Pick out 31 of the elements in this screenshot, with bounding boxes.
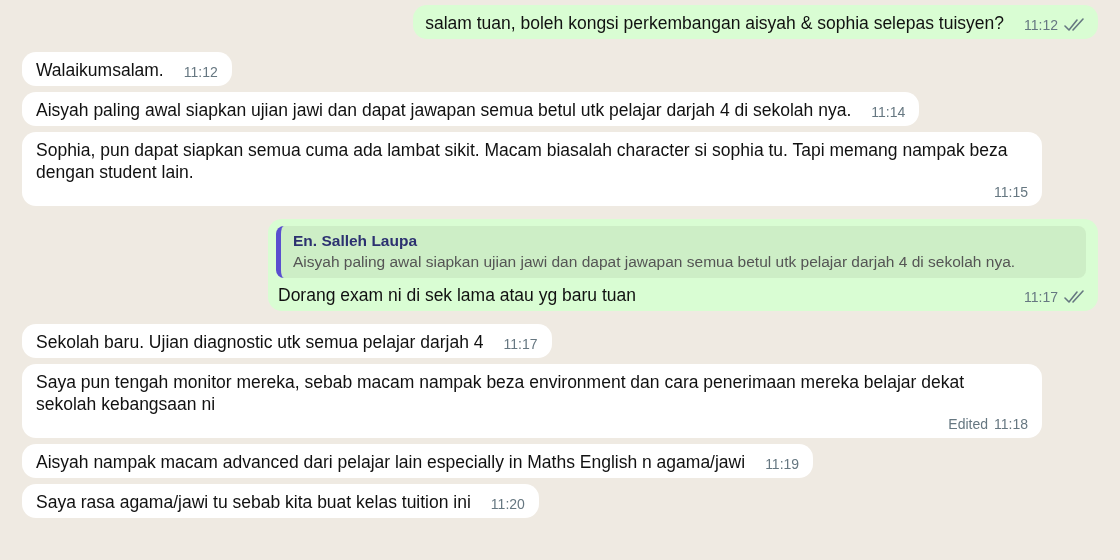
message-time: 11:14 <box>871 104 906 120</box>
message-text: Walaikumsalam. <box>36 59 164 82</box>
edited-label: Edited <box>948 416 988 432</box>
message-time: 11:20 <box>490 496 525 512</box>
message-time: 11:18 <box>994 416 1028 432</box>
message-bubble[interactable]: Sophia, pun dapat siapkan semua cuma ada lambat sikit. Macam biasalah character si sophia tu. Tapi memang nampak beza dengan student lain. 11:15 <box>22 132 1042 206</box>
message-bubble[interactable]: salam tuan, boleh kongsi perkembangan aisyah & sophia selepas tuisyen? 11:12 <box>413 5 1098 39</box>
message-bubble[interactable]: Walaikumsalam. 11:12 <box>22 52 232 86</box>
message-bubble[interactable]: Sekolah baru. Ujian diagnostic utk semua pelajar darjah 4 11:17 <box>22 324 552 358</box>
message-bubble[interactable]: Aisyah paling awal siapkan ujian jawi dan dapat jawapan semua betul utk pelajar darjah 4 di sekolah nya. 11:14 <box>22 92 920 126</box>
message-time: 11:12 <box>1024 17 1058 33</box>
message-text: Saya rasa agama/jawi tu sebab kita buat kelas tuition ini <box>36 491 471 514</box>
message-time: 11:19 <box>765 456 800 472</box>
message-bubble[interactable]: Saya pun tengah monitor mereka, sebab macam nampak beza environment dan cara penerimaan mereka belajar dekat sekolah kebangsaan ni Edited 11:18 <box>22 364 1042 438</box>
message-text: Sekolah baru. Ujian diagnostic utk semua pelajar darjah 4 <box>36 331 484 354</box>
message-text: Sophia, pun dapat siapkan semua cuma ada lambat sikit. Macam biasalah character si sophia tu. Tapi memang nampak beza dengan student lain. <box>36 139 1009 184</box>
message-text: Aisyah paling awal siapkan ujian jawi dan dapat jawapan semua betul utk pelajar darjah 4 di sekolah nya. <box>36 99 852 122</box>
message-time: 11:12 <box>183 64 218 80</box>
message-text: Dorang exam ni di sek lama atau yg baru tuan <box>277 284 636 307</box>
message-time: 11:17 <box>503 336 538 352</box>
message-bubble[interactable]: Saya rasa agama/jawi tu sebab kita buat kelas tuition ini 11:20 <box>22 484 539 518</box>
quote-author: En. Salleh Laupa <box>293 231 419 251</box>
message-text: Aisyah nampak macam advanced dari pelajar lain especially in Maths English n agama/jawi <box>36 451 746 474</box>
message-time: 11:15 <box>994 184 1028 200</box>
quoted-message[interactable]: En. Salleh Laupa Aisyah paling awal siapkan ujian jawi dan dapat jawapan semua betul utk pelajar darjah 4 di sekolah nya. <box>276 226 1086 278</box>
message-text: Saya pun tengah monitor mereka, sebab macam nampak beza environment dan cara penerimaan mereka belajar dekat sekolah kebangsaan ni <box>36 371 966 416</box>
message-text: salam tuan, boleh kongsi perkembangan aisyah & sophia selepas tuisyen? <box>425 12 1004 35</box>
quote-text: Aisyah paling awal siapkan ujian jawi dan dapat jawapan semua betul utk pelajar darjah 4 di sekolah nya. <box>293 252 1017 272</box>
message-bubble[interactable]: En. Salleh Laupa Aisyah paling awal siapkan ujian jawi dan dapat jawapan semua betul utk pelajar darjah 4 di sekolah nya. Dorang exam ni di sek lama atau yg baru tuan 11:17 <box>268 219 1098 311</box>
message-bubble[interactable]: Aisyah nampak macam advanced dari pelajar lain especially in Maths English n agama/jawi 11:19 <box>22 444 814 478</box>
message-time: 11:17 <box>1024 289 1058 305</box>
